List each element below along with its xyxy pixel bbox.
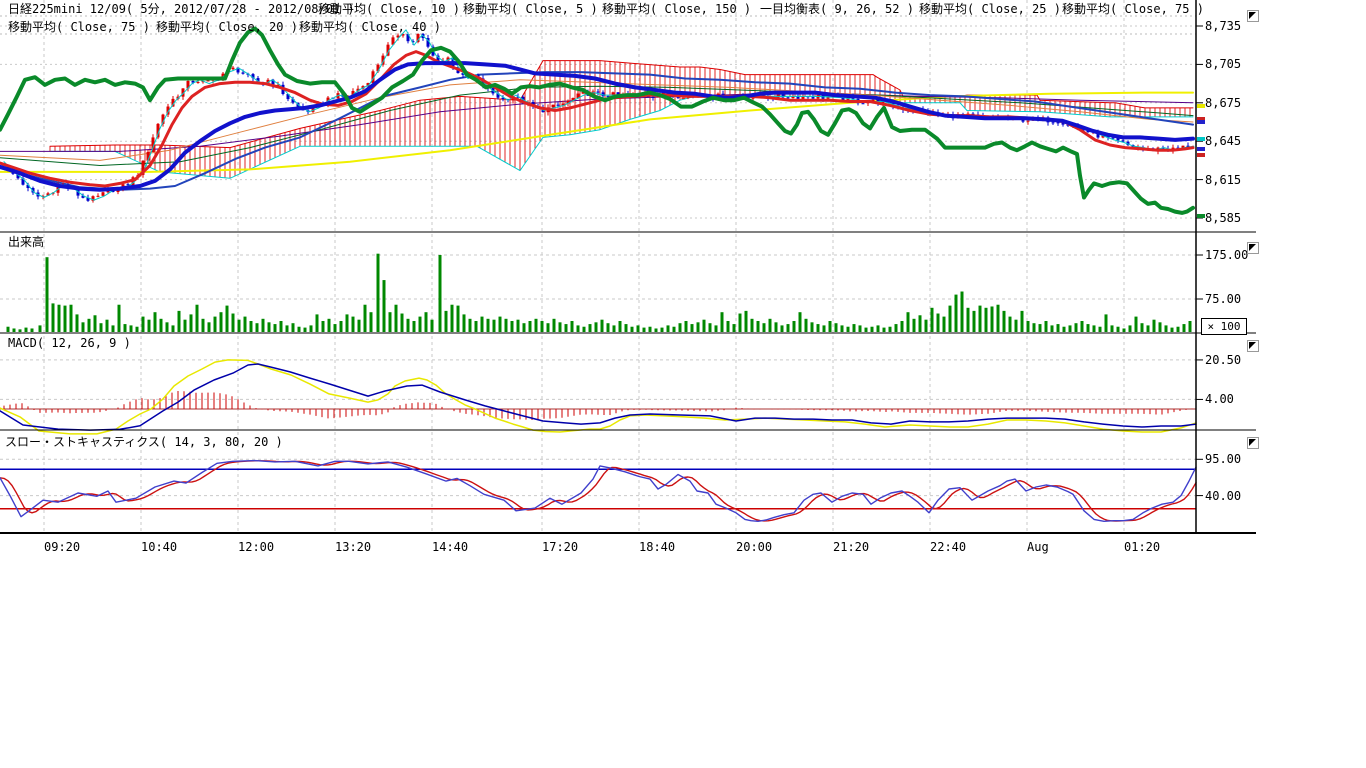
price-ytick-8,645: 8,645 [1205,135,1241,147]
price-ytick-8,675: 8,675 [1205,97,1241,109]
x-tick-17:20: 17:20 [542,541,578,553]
legend-item-row1-4[interactable]: 一目均衡表( 9, 26, 52 ) [760,2,914,16]
legend-item-row1-6[interactable]: 移動平均( Close, 75 ) [1062,2,1204,16]
legend-item-row1-0[interactable]: 日経225mini 12/09( 5分, 2012/07/28 - 2012/0… [8,2,355,16]
x-tick-22:40: 22:40 [930,541,966,553]
x-tick-13:20: 13:20 [335,541,371,553]
legend-item-row1-5[interactable]: 移動平均( Close, 25 ) [919,2,1061,16]
macd-pane-title: MACD( 12, 26, 9 ) [8,337,131,349]
collapse-arrow-icon [1249,244,1256,251]
price-ytick-8,615: 8,615 [1205,174,1241,186]
x-tick-10:40: 10:40 [141,541,177,553]
macd-ytick-20.50: 20.50 [1205,354,1241,366]
volume-ytick-175.00: 175.00 [1205,249,1248,261]
chart-canvas[interactable] [0,0,1366,768]
x-tick-14:40: 14:40 [432,541,468,553]
stoch-ytick-95.00: 95.00 [1205,453,1241,465]
x-tick-12:00: 12:00 [238,541,274,553]
stoch-pane-title: スロー・ストキャスティクス( 14, 3, 80, 20 ) [5,436,283,448]
legend-item-row2-2[interactable]: 移動平均( Close, 40 ) [299,20,441,34]
price-ytick-8,735: 8,735 [1205,20,1241,32]
x-tick-Aug: Aug [1027,541,1049,553]
volume-multiplier-box: × 100 [1201,318,1247,335]
legend-item-row1-1[interactable]: 移動平均( Close, 10 ) [318,2,460,16]
x-tick-21:20: 21:20 [833,541,869,553]
collapse-arrow-icon [1249,439,1256,446]
chart-window: 日経225mini 12/09( 5分, 2012/07/28 - 2012/0… [0,0,1366,768]
pane-collapse-button-2[interactable] [1247,340,1259,352]
collapse-arrow-icon [1249,342,1256,349]
x-tick-20:00: 20:00 [736,541,772,553]
price-ytick-8,585: 8,585 [1205,212,1241,224]
legend-item-row1-3[interactable]: 移動平均( Close, 150 ) [602,2,751,16]
legend-item-row1-2[interactable]: 移動平均( Close, 5 ) [463,2,598,16]
volume-ytick-75.00: 75.00 [1205,293,1241,305]
legend-item-row2-0[interactable]: 移動平均( Close, 75 ) [8,20,150,34]
volume-pane-title: 出来高 [8,236,44,248]
x-tick-09:20: 09:20 [44,541,80,553]
stoch-ytick-40.00: 40.00 [1205,490,1241,502]
pane-collapse-button-3[interactable] [1247,437,1259,449]
macd-ytick-4.00: 4.00 [1205,393,1234,405]
collapse-arrow-icon [1249,12,1256,19]
pane-collapse-button-0[interactable] [1247,10,1259,22]
price-ytick-8,705: 8,705 [1205,58,1241,70]
x-tick-01:20: 01:20 [1124,541,1160,553]
x-tick-18:40: 18:40 [639,541,675,553]
legend-item-row2-1[interactable]: 移動平均( Close, 20 ) [156,20,298,34]
pane-collapse-button-1[interactable] [1247,242,1259,254]
